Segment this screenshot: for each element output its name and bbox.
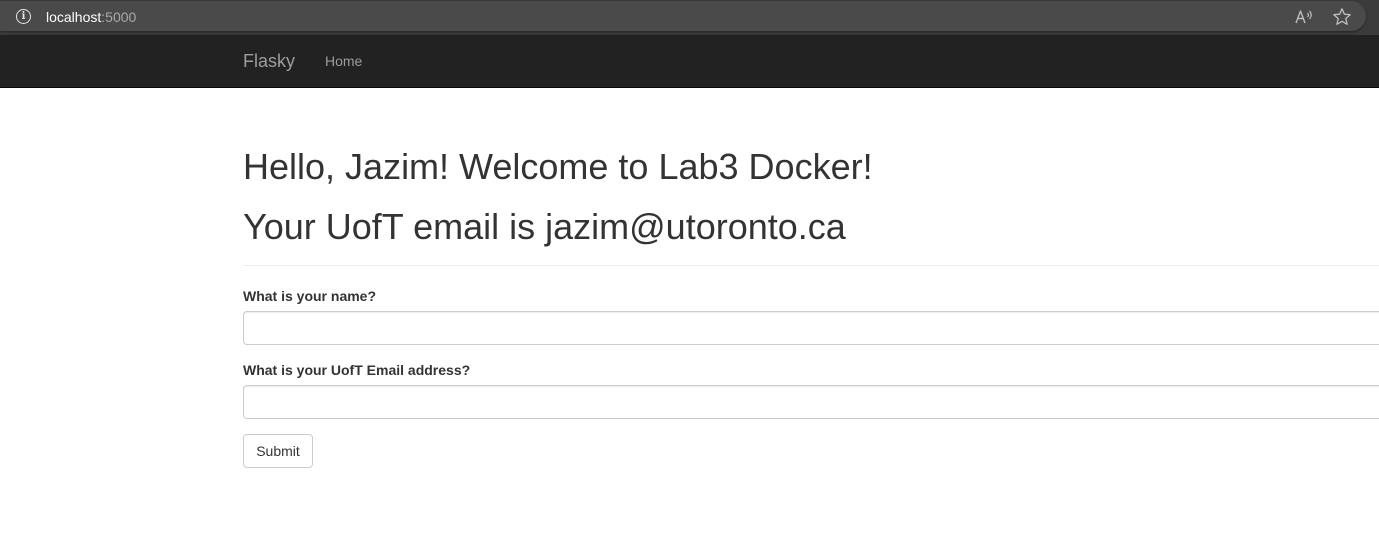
address-bar[interactable]: i localhost:5000 (0, 1, 1366, 31)
read-aloud-icon[interactable] (1294, 8, 1314, 26)
name-input[interactable] (243, 311, 1379, 345)
header-divider (243, 265, 1379, 266)
name-label: What is your name? (243, 288, 377, 304)
submit-button[interactable]: Submit (243, 434, 313, 468)
url-port: :5000 (101, 9, 137, 25)
email-input[interactable] (243, 385, 1379, 419)
email-label: What is your UofT Email address? (243, 362, 471, 378)
browser-toolbar: i localhost:5000 (0, 0, 1379, 35)
url-text[interactable]: localhost:5000 (46, 9, 136, 25)
top-navbar: Flasky Home (0, 35, 1379, 88)
nav-link-home[interactable]: Home (325, 53, 362, 69)
brand-link[interactable]: Flasky (243, 51, 295, 71)
url-host: localhost (46, 9, 102, 25)
greeting-heading: Hello, Jazim! Welcome to Lab3 Docker! (243, 146, 873, 187)
email-heading: Your UofT email is jazim@utoronto.ca (243, 206, 846, 247)
info-icon[interactable]: i (16, 9, 31, 24)
star-icon[interactable] (1332, 7, 1352, 27)
